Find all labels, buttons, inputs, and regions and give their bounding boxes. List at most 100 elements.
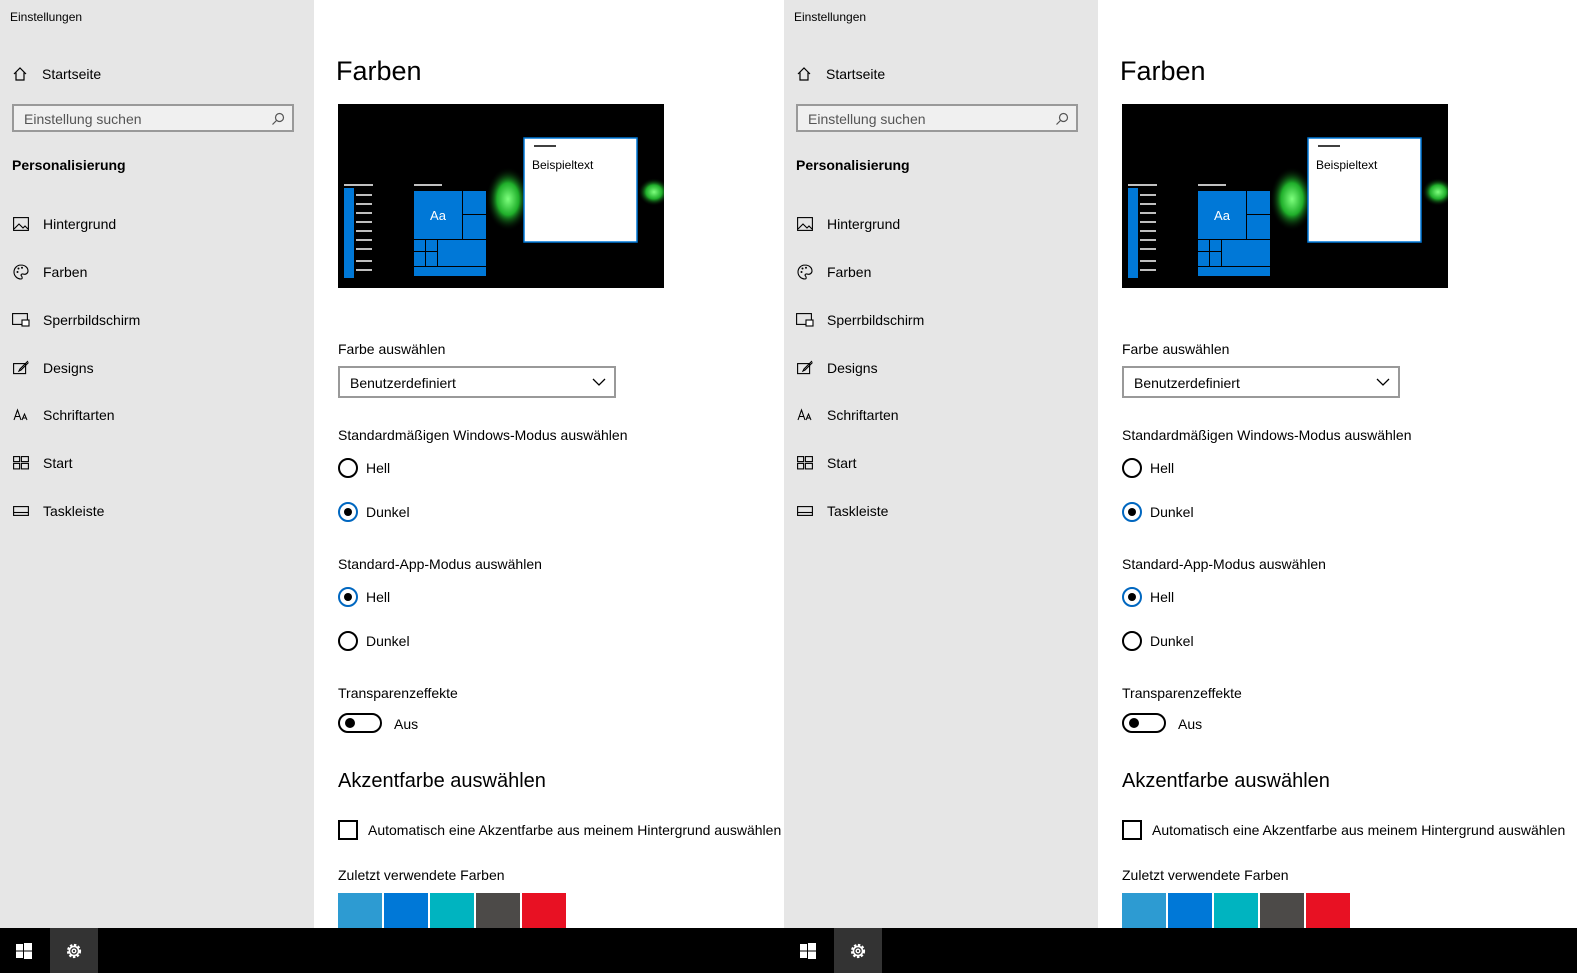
search-icon[interactable] [271, 112, 285, 126]
sidebar-item-label: Hintergrund [43, 216, 117, 232]
search-icon[interactable] [1055, 112, 1069, 126]
app-title: Einstellungen [10, 10, 83, 24]
sidebar-item-hintergrund[interactable]: Hintergrund [12, 213, 116, 235]
sidebar-item-schriftarten[interactable]: Schriftarten [12, 404, 115, 426]
color-select-dropdown[interactable]: Benutzerdefiniert [338, 366, 616, 398]
sidebar-item-taskleiste[interactable]: Taskleiste [796, 500, 888, 522]
color-swatch[interactable] [1260, 893, 1304, 933]
radio-label: Dunkel [1150, 504, 1194, 520]
start-button[interactable] [0, 928, 48, 973]
auto-accent-checkbox[interactable]: Automatisch eine Akzentfarbe aus meinem … [1122, 820, 1565, 840]
radio-label: Dunkel [1150, 633, 1194, 649]
sidebar-item-label: Start [827, 455, 857, 471]
color-swatch[interactable] [476, 893, 520, 933]
transparency-label: Transparenzeffekte [338, 685, 458, 701]
app-mode-dark-radio[interactable]: Dunkel [338, 630, 410, 652]
sidebar-item-label: Sperrbildschirm [827, 312, 925, 328]
color-swatch[interactable] [338, 893, 382, 933]
radio-label: Hell [366, 589, 391, 605]
sidebar-item-farben[interactable]: Farben [796, 261, 871, 283]
sidebar-item-designs[interactable]: Designs [796, 357, 878, 379]
transparency-toggle[interactable] [338, 713, 382, 733]
color-swatch[interactable] [1122, 893, 1166, 933]
start-tiles-icon [796, 455, 814, 471]
home-label: Startseite [42, 66, 102, 82]
sidebar-item-designs[interactable]: Designs [12, 357, 94, 379]
recent-colors [1122, 893, 1352, 933]
home-label: Startseite [826, 66, 886, 82]
radio-circle[interactable] [1122, 502, 1142, 522]
lock-screen-icon [796, 312, 814, 328]
chevron-down-icon [1376, 378, 1390, 386]
transparency-toggle[interactable] [1122, 713, 1166, 733]
main-panel: Farben Aa Beispieltext Farbe auswählen B… [1098, 0, 1577, 933]
app-mode-label: Standard-App-Modus auswählen [338, 556, 542, 572]
sidebar-item-farben[interactable]: Farben [12, 261, 87, 283]
theme-preview: Aa Beispieltext [338, 104, 664, 288]
sidebar-item-label: Start [43, 455, 73, 471]
radio-circle[interactable] [338, 502, 358, 522]
sidebar-item-label: Designs [827, 360, 878, 376]
page-title: Farben [1120, 56, 1206, 86]
search-input[interactable] [808, 111, 1048, 127]
home-icon [13, 67, 27, 81]
settings-taskbar-button[interactable] [50, 928, 98, 973]
app-mode-light-radio[interactable]: Hell [338, 586, 390, 608]
sidebar-item-schriftarten[interactable]: Schriftarten [796, 404, 899, 426]
checkbox-label: Automatisch eine Akzentfarbe aus meinem … [368, 822, 782, 838]
sidebar-item-label: Schriftarten [827, 407, 899, 423]
color-swatch[interactable] [1306, 893, 1350, 933]
radio-circle[interactable] [338, 631, 358, 651]
palette-icon [12, 264, 30, 280]
windows-logo-icon [16, 942, 32, 959]
sidebar-item-start[interactable]: Start [796, 452, 857, 474]
auto-accent-checkbox[interactable]: Automatisch eine Akzentfarbe aus meinem … [338, 820, 781, 840]
app-mode-dark-radio[interactable]: Dunkel [1122, 630, 1194, 652]
sidebar-item-hintergrund[interactable]: Hintergrund [796, 213, 900, 235]
radio-circle[interactable] [1122, 631, 1142, 651]
theme-preview: Aa Beispieltext [1122, 104, 1448, 288]
transparency-state: Aus [1178, 716, 1203, 732]
radio-circle[interactable] [1122, 458, 1142, 478]
checkbox-box[interactable] [1122, 820, 1142, 840]
home-nav-item[interactable]: Startseite [796, 62, 885, 86]
color-select-dropdown[interactable]: Benutzerdefiniert [1122, 366, 1400, 398]
search-box[interactable] [796, 104, 1078, 132]
color-select-label: Farbe auswählen [1122, 341, 1230, 357]
color-swatch[interactable] [384, 893, 428, 933]
sidebar-item-taskleiste[interactable]: Taskleiste [12, 500, 104, 522]
windows-mode-light-radio[interactable]: Hell [1122, 457, 1174, 479]
checkbox-label: Automatisch eine Akzentfarbe aus meinem … [1152, 822, 1566, 838]
radio-circle[interactable] [1122, 587, 1142, 607]
radio-circle[interactable] [338, 458, 358, 478]
accent-heading: Akzentfarbe auswählen [338, 770, 546, 792]
settings-taskbar-button[interactable] [834, 928, 882, 973]
windows-mode-dark-radio[interactable]: Dunkel [1122, 501, 1194, 523]
windows-mode-dark-radio[interactable]: Dunkel [338, 501, 410, 523]
radio-label: Hell [1150, 460, 1175, 476]
color-swatch[interactable] [1214, 893, 1258, 933]
search-input[interactable] [24, 111, 264, 127]
sidebar-item-label: Taskleiste [827, 503, 889, 519]
search-box[interactable] [12, 104, 294, 132]
color-swatch[interactable] [522, 893, 566, 933]
sidebar-item-sperrbildschirm[interactable]: Sperrbildschirm [796, 309, 924, 331]
sidebar-item-start[interactable]: Start [12, 452, 73, 474]
app-title: Einstellungen [794, 10, 867, 24]
taskbar [0, 928, 784, 973]
preview-graphic [1128, 137, 1448, 278]
color-swatch[interactable] [430, 893, 474, 933]
start-button[interactable] [784, 928, 832, 973]
color-swatch[interactable] [1168, 893, 1212, 933]
radio-label: Hell [1150, 589, 1175, 605]
sidebar-item-sperrbildschirm[interactable]: Sperrbildschirm [12, 309, 140, 331]
home-nav-item[interactable]: Startseite [12, 62, 101, 86]
preview-graphic [344, 137, 664, 278]
radio-circle[interactable] [338, 587, 358, 607]
app-mode-light-radio[interactable]: Hell [1122, 586, 1174, 608]
windows-mode-light-radio[interactable]: Hell [338, 457, 390, 479]
checkbox-box[interactable] [338, 820, 358, 840]
settings-window-right: Einstellungen Startseite Personalisierun… [784, 0, 1577, 973]
picture-icon [796, 216, 814, 232]
settings-window-left: Einstellungen Startseite Personalisierun… [0, 0, 784, 973]
